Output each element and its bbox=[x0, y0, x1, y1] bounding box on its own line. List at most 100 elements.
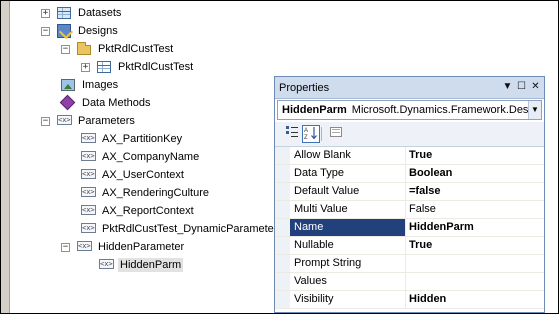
tree-node-label: Datasets bbox=[78, 7, 122, 19]
maximize-icon[interactable]: ☐ bbox=[515, 80, 528, 93]
tree-node-data-methods[interactable]: Data Methods bbox=[59, 94, 152, 112]
tree-node-label: PktRdlCustTest_DynamicParameter bbox=[102, 223, 278, 235]
tree-node-parameter[interactable]: <x> PktRdlCustTest_DynamicParameter bbox=[80, 220, 279, 238]
property-name: Nullable bbox=[290, 237, 406, 254]
collapse-icon[interactable]: − bbox=[61, 242, 70, 252]
tree-node-label: Data Methods bbox=[82, 97, 151, 109]
data-methods-icon bbox=[59, 94, 76, 111]
parameter-icon: <x> bbox=[81, 223, 96, 233]
chevron-down-icon[interactable]: ▼ bbox=[528, 101, 541, 119]
designer-window: + Datasets − Designs − PktRdlCustTest + … bbox=[0, 0, 559, 314]
toolbar-separator bbox=[321, 127, 322, 141]
parameter-icon: <x> bbox=[77, 241, 92, 251]
properties-toolbar: AZ bbox=[275, 122, 544, 147]
object-type: Microsoft.Dynamics.Framework.Des bbox=[351, 104, 529, 116]
tree-node-design-folder[interactable]: − PktRdlCustTest bbox=[61, 40, 175, 58]
datasets-icon bbox=[56, 5, 72, 21]
parameters-icon: <x> bbox=[57, 115, 72, 125]
tree-node-label: HiddenParameter bbox=[98, 241, 185, 253]
property-name: Values bbox=[290, 273, 406, 290]
property-row-visibility[interactable]: Visibility Hidden bbox=[275, 291, 544, 309]
tree-node-label: HiddenParm bbox=[118, 258, 184, 272]
property-row-default-value[interactable]: Default Value =false bbox=[275, 183, 544, 201]
properties-title: Properties bbox=[279, 81, 330, 94]
tree-node-parameters[interactable]: − <x> Parameters bbox=[41, 112, 137, 130]
tree-node-designs[interactable]: − Designs bbox=[41, 22, 120, 40]
row-gutter bbox=[275, 255, 290, 272]
collapse-icon[interactable]: − bbox=[41, 26, 50, 36]
folder-icon bbox=[76, 41, 92, 57]
tree-node-parameter[interactable]: <x> AX_ReportContext bbox=[80, 202, 196, 220]
row-gutter bbox=[275, 219, 290, 236]
tree-node-label: AX_ReportContext bbox=[102, 205, 194, 217]
tree-node-label: AX_PartitionKey bbox=[102, 133, 183, 145]
tree-node-label: AX_RenderingCulture bbox=[102, 187, 210, 199]
parameter-icon: <x> bbox=[81, 133, 96, 143]
tree-node-label: Parameters bbox=[78, 115, 135, 127]
tree-node-images[interactable]: Images bbox=[60, 76, 120, 94]
tree-node-label: Designs bbox=[78, 25, 118, 37]
properties-window: Properties ▼ ☐ ✕ HiddenParm Microsoft.Dy… bbox=[274, 76, 545, 313]
parameter-icon: <x> bbox=[81, 169, 96, 179]
images-icon bbox=[60, 77, 76, 93]
property-value[interactable]: True bbox=[406, 147, 544, 164]
row-gutter bbox=[275, 147, 290, 164]
tree-node-parameter[interactable]: <x> AX_PartitionKey bbox=[80, 130, 184, 148]
tree-node-label: PktRdlCustTest bbox=[98, 43, 174, 55]
property-value[interactable]: =false bbox=[406, 183, 544, 200]
property-row-values[interactable]: Values bbox=[275, 273, 544, 291]
property-row-prompt-string[interactable]: Prompt String bbox=[275, 255, 544, 273]
row-gutter bbox=[275, 291, 290, 308]
row-gutter bbox=[275, 183, 290, 200]
property-row-multi-value[interactable]: Multi Value False bbox=[275, 201, 544, 219]
property-value[interactable]: True bbox=[406, 237, 544, 254]
property-row-nullable[interactable]: Nullable True bbox=[275, 237, 544, 255]
parameter-icon: <x> bbox=[81, 187, 96, 197]
alphabetical-icon[interactable]: AZ bbox=[302, 125, 320, 143]
tree-node-label: Images bbox=[82, 79, 119, 91]
row-gutter bbox=[275, 237, 290, 254]
property-name: Name bbox=[290, 219, 406, 236]
property-name: Data Type bbox=[290, 165, 406, 182]
report-table-icon bbox=[96, 59, 112, 75]
expand-icon[interactable]: + bbox=[41, 8, 50, 18]
tree-node-parameter[interactable]: <x> AX_RenderingCulture bbox=[80, 184, 211, 202]
tree-node-label: PktRdlCustTest bbox=[118, 61, 194, 73]
properties-title-bar[interactable]: Properties ▼ ☐ ✕ bbox=[275, 77, 544, 99]
expand-icon[interactable]: + bbox=[81, 62, 90, 72]
close-icon[interactable]: ✕ bbox=[529, 80, 542, 93]
property-value[interactable]: Hidden bbox=[406, 291, 544, 308]
property-value[interactable] bbox=[406, 273, 544, 290]
tree-node-design-table[interactable]: + PktRdlCustTest bbox=[81, 58, 195, 76]
row-gutter bbox=[275, 273, 290, 290]
svg-text:Z: Z bbox=[304, 135, 308, 140]
property-grid: Allow Blank True Data Type Boolean Defau… bbox=[275, 147, 544, 309]
property-name: Multi Value bbox=[290, 201, 406, 218]
property-value[interactable]: False bbox=[406, 201, 544, 218]
property-value[interactable]: HiddenParm bbox=[406, 219, 544, 236]
property-name: Allow Blank bbox=[290, 147, 406, 164]
tree-node-parameter[interactable]: <x> AX_CompanyName bbox=[80, 148, 201, 166]
tree-node-parameter[interactable]: <x> AX_UserContext bbox=[80, 166, 186, 184]
property-name: Visibility bbox=[290, 291, 406, 308]
tree-node-label: AX_CompanyName bbox=[102, 151, 200, 163]
tree-node-datasets[interactable]: + Datasets bbox=[41, 4, 123, 22]
collapse-icon[interactable]: − bbox=[61, 44, 70, 54]
property-value[interactable]: Boolean bbox=[406, 165, 544, 182]
row-gutter bbox=[275, 165, 290, 182]
tree-node-hidden-parameter[interactable]: − <x> HiddenParameter bbox=[61, 238, 186, 256]
property-name: Default Value bbox=[290, 183, 406, 200]
property-row-name[interactable]: Name HiddenParm bbox=[275, 219, 544, 237]
row-gutter bbox=[275, 201, 290, 218]
tree-node-hiddenparm-selected[interactable]: <x> HiddenParm bbox=[98, 256, 184, 274]
object-name: HiddenParm bbox=[282, 104, 347, 116]
window-position-icon[interactable]: ▼ bbox=[501, 80, 514, 93]
object-selector-dropdown[interactable]: HiddenParm Microsoft.Dynamics.Framework.… bbox=[277, 100, 542, 120]
left-margin-bar bbox=[1, 1, 10, 313]
property-pages-icon[interactable] bbox=[327, 125, 345, 143]
property-row-allow-blank[interactable]: Allow Blank True bbox=[275, 147, 544, 165]
property-value[interactable] bbox=[406, 255, 544, 272]
property-row-data-type[interactable]: Data Type Boolean bbox=[275, 165, 544, 183]
collapse-icon[interactable]: − bbox=[41, 116, 50, 126]
categorized-icon[interactable] bbox=[283, 125, 301, 143]
